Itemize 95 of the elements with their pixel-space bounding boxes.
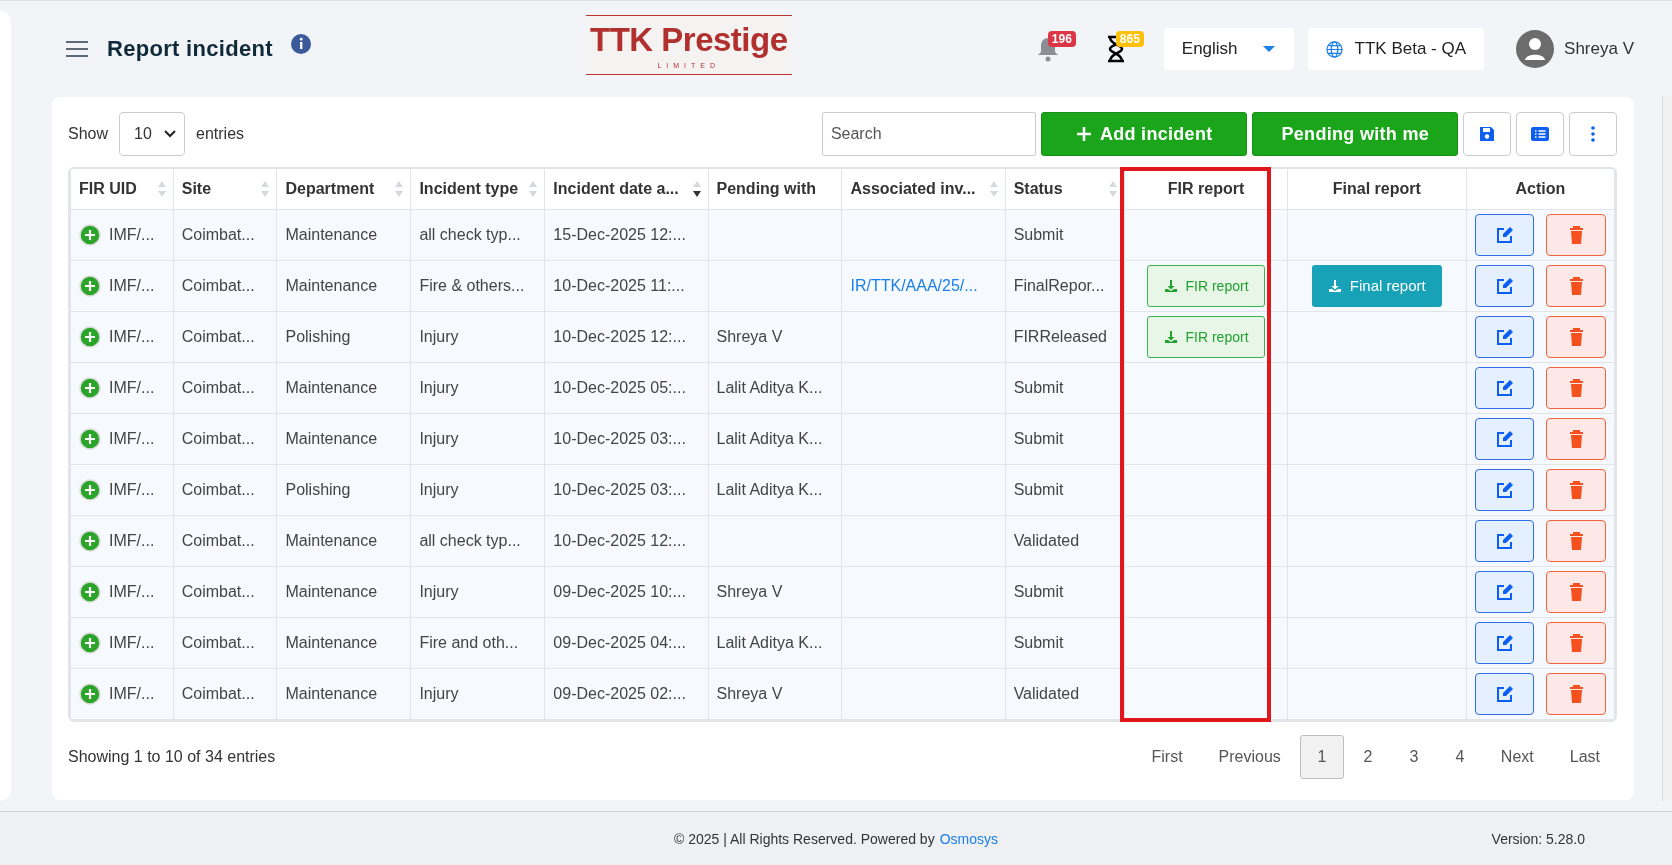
table-cell: Coimbat... xyxy=(181,684,255,702)
table-cell: 10-Dec-2025 12:... xyxy=(553,531,686,549)
pagination-button[interactable]: 1 xyxy=(1299,735,1344,779)
table-cell: Injury xyxy=(419,480,459,498)
user-name[interactable]: Shreya V xyxy=(1564,39,1634,59)
table-cell: IMF/... xyxy=(109,429,155,448)
table-cell: all check typ... xyxy=(419,531,521,549)
table-cell: 09-Dec-2025 02:... xyxy=(553,684,686,702)
table-cell: IMF/... xyxy=(109,633,155,652)
table-cell: Maintenance xyxy=(285,378,378,396)
table-cell: Shreya V xyxy=(716,582,783,600)
table-cell: Coimbat... xyxy=(181,276,255,294)
table-cell: all check typ... xyxy=(419,225,521,243)
table-cell: 15-Dec-2025 12:... xyxy=(553,225,686,243)
table-cell: Coimbat... xyxy=(181,225,255,243)
table-cell: Maintenance xyxy=(285,531,378,549)
table-cell: IMF/... xyxy=(109,327,155,346)
table-cell: Injury xyxy=(419,684,459,702)
table-cell: 10-Dec-2025 12:... xyxy=(553,327,686,345)
table-cell: 10-Dec-2025 11:... xyxy=(553,276,685,294)
table-cell: Submit xyxy=(1013,429,1064,447)
table-cell: Lalit Aditya K... xyxy=(716,378,823,396)
table-cell: Maintenance xyxy=(285,684,378,702)
table-cell: Polishing xyxy=(285,480,351,498)
pagination-button[interactable]: 3 xyxy=(1391,735,1436,779)
column-header: FIR report xyxy=(1167,179,1245,197)
table-cell: Fire & others... xyxy=(419,276,525,294)
table-cell: IMF/... xyxy=(109,276,155,295)
table-cell: Submit xyxy=(1013,582,1064,600)
table-cell: Validated xyxy=(1013,684,1080,702)
table-cell: Validated xyxy=(1013,531,1080,549)
page-title: Report incident xyxy=(107,36,273,62)
column-header: Action xyxy=(1515,179,1566,197)
table-cell: 10-Dec-2025 03:... xyxy=(553,429,686,447)
table-cell: Maintenance xyxy=(285,582,378,600)
table-cell: Maintenance xyxy=(285,225,378,243)
osmosys-link[interactable]: Osmosys xyxy=(939,830,998,847)
copyright-text: © 2025 | All Rights Reserved. Powered by Osmosys xyxy=(674,830,998,847)
table-cell: IMF/... xyxy=(109,531,155,550)
table-cell: Shreya V xyxy=(716,684,783,702)
table-cell: Injury xyxy=(419,429,459,447)
table-cell: Coimbat... xyxy=(181,480,255,498)
table-cell: Injury xyxy=(419,378,459,396)
pagination-button[interactable]: 4 xyxy=(1437,735,1482,779)
pagination-button[interactable]: Last xyxy=(1552,735,1617,779)
column-header[interactable]: Status xyxy=(1013,179,1063,197)
pagination-button[interactable]: Next xyxy=(1483,735,1551,779)
page-size-select[interactable]: 10 xyxy=(119,112,186,156)
table-cell: IMF/... xyxy=(109,225,155,244)
environment-button[interactable]: TTK Beta - QA xyxy=(1307,28,1485,70)
column-header: Pending with xyxy=(716,179,817,197)
column-header[interactable]: Site xyxy=(181,179,212,197)
table-cell: Shreya V xyxy=(716,327,783,345)
table-cell: Lalit Aditya K... xyxy=(716,429,823,447)
table-cell: Coimbat... xyxy=(181,378,255,396)
table-cell: Submit xyxy=(1013,480,1064,498)
table-cell: 10-Dec-2025 03:... xyxy=(553,480,686,498)
table-cell: Coimbat... xyxy=(181,633,255,651)
table-cell: Injury xyxy=(419,327,459,345)
table-cell: IMF/... xyxy=(109,378,155,397)
table-cell: Coimbat... xyxy=(181,582,255,600)
task-count: 865 xyxy=(1115,31,1144,47)
table-cell: IMF/... xyxy=(109,684,155,703)
table-cell: Lalit Aditya K... xyxy=(716,480,823,498)
version-text: Version: 5.28.0 xyxy=(1491,831,1585,847)
table-cell: Coimbat... xyxy=(181,429,255,447)
notification-count: 196 xyxy=(1047,31,1076,47)
column-header: Final report xyxy=(1332,179,1421,197)
pagination-button[interactable]: 2 xyxy=(1345,735,1390,779)
table-cell: FinalRepor... xyxy=(1013,276,1105,294)
entries-summary: Showing 1 to 10 of 34 entries xyxy=(68,748,276,766)
table-cell: Coimbat... xyxy=(181,531,255,549)
language-select[interactable]: English xyxy=(1163,28,1294,70)
table-cell: Submit xyxy=(1013,378,1064,396)
table-cell: Maintenance xyxy=(285,276,378,294)
table-cell: Lalit Aditya K... xyxy=(716,633,823,651)
table-cell: 09-Dec-2025 10:... xyxy=(553,582,686,600)
table-cell: Coimbat... xyxy=(181,327,255,345)
table-cell: Maintenance xyxy=(285,633,378,651)
table-cell: Maintenance xyxy=(285,429,378,447)
table-cell: IMF/... xyxy=(109,582,155,601)
pagination-button[interactable]: Previous xyxy=(1201,735,1298,779)
pagination-button[interactable]: First xyxy=(1134,735,1200,779)
table-cell: Polishing xyxy=(285,327,351,345)
table-cell: Injury xyxy=(419,582,459,600)
table-cell: Submit xyxy=(1013,225,1064,243)
table-cell: 09-Dec-2025 04:... xyxy=(553,633,686,651)
entries-label: entries xyxy=(196,125,245,143)
table-cell: Fire and oth... xyxy=(419,633,519,651)
show-label: Show xyxy=(68,125,109,143)
table-cell: IMF/... xyxy=(109,480,155,499)
search-field[interactable]: Search xyxy=(821,112,1036,156)
table-cell: Submit xyxy=(1013,633,1064,651)
table-cell: 10-Dec-2025 05:... xyxy=(553,378,686,396)
table-cell: FIRReleased xyxy=(1013,327,1107,345)
